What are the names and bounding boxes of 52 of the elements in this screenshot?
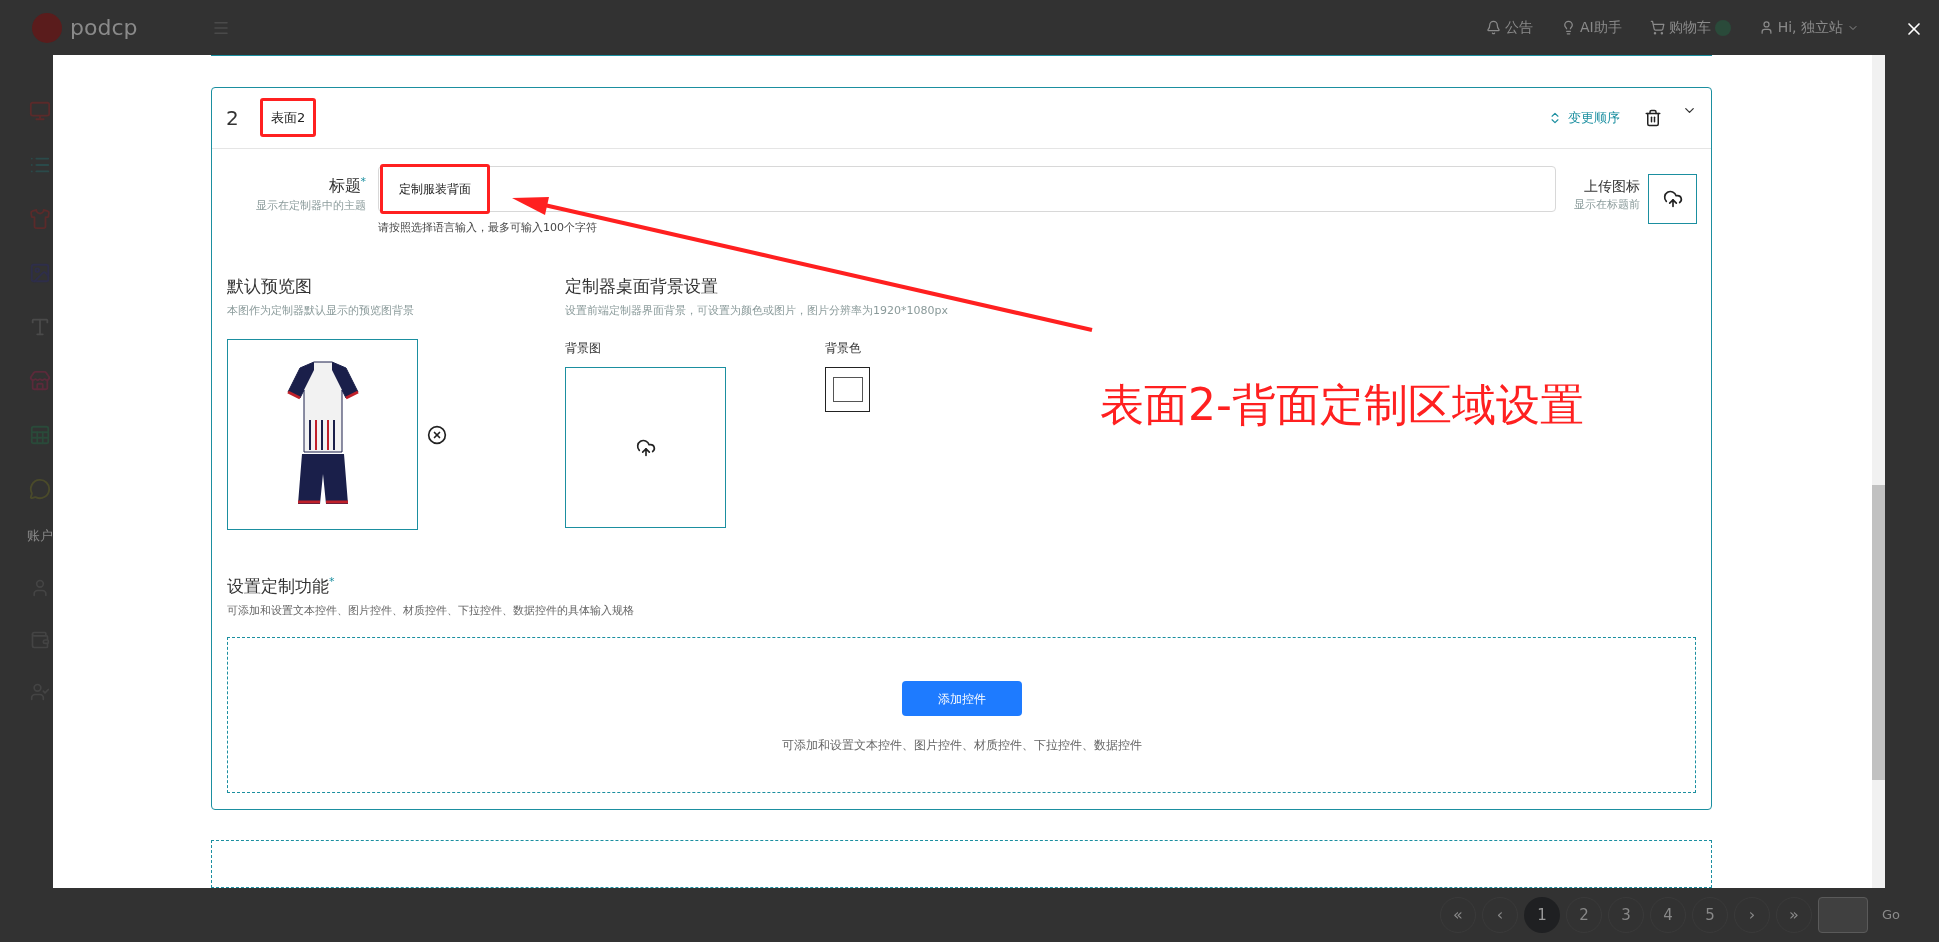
reorder-link[interactable]: 变更顺序 <box>1548 107 1620 128</box>
user-icon <box>1758 20 1774 35</box>
surface-number: 2 <box>226 104 240 132</box>
section-title: 定制器桌面背景设置 <box>565 275 719 299</box>
letter-icon[interactable] <box>29 316 51 338</box>
scrollbar[interactable] <box>1872 55 1885 888</box>
nav-link[interactable]: AI助手 <box>1560 17 1622 38</box>
title-value: 定制服装背面 <box>380 163 490 214</box>
remove-icon[interactable] <box>427 424 447 445</box>
annotation-text: 表面2-背面定制区域设置 <box>1100 378 1584 432</box>
page-input[interactable] <box>1818 897 1868 933</box>
monitor-icon[interactable] <box>29 100 51 122</box>
section-title: 设置定制功能* <box>227 574 336 599</box>
cart-icon <box>1649 20 1665 35</box>
nav-link[interactable]: 购物车 <box>1649 17 1731 38</box>
field-sublabel: 显示在定制器中的主题 <box>256 197 366 214</box>
image-icon[interactable] <box>29 262 51 284</box>
shirt-icon[interactable] <box>29 208 51 230</box>
dropzone-hint: 可添加和设置文本控件、图片控件、材质控件、下拉控件、数据控件 <box>781 737 1142 755</box>
bell-icon <box>1485 20 1501 35</box>
add-control-button[interactable]: 添加控件 <box>901 681 1022 717</box>
go-button[interactable]: Go <box>1882 905 1901 925</box>
field-label: 标题* <box>328 173 366 197</box>
field-label: 背景色 <box>825 340 862 358</box>
trash-icon[interactable] <box>1644 108 1662 127</box>
logo: podcp <box>70 14 138 42</box>
page-link[interactable]: 1 <box>1524 897 1560 933</box>
section-label: 账户 <box>27 527 53 545</box>
section-title: 默认预览图 <box>227 275 313 299</box>
section-subtitle: 设置前端定制器界面背景，可设置为颜色或图片，图片分辨率为1920*1080px <box>565 302 948 319</box>
field-hint: 请按照选择语言输入，最多可输入100个字符 <box>378 219 598 236</box>
upload-icon <box>1662 188 1683 209</box>
title-input[interactable]: 定制服装背面 <box>378 165 1556 212</box>
nav-link[interactable]: Hi, 独立站 <box>1758 17 1859 38</box>
image-upload-area[interactable] <box>565 367 726 529</box>
color-swatch[interactable] <box>825 367 870 413</box>
chat-icon[interactable] <box>29 478 51 500</box>
cart-badge <box>1714 19 1731 36</box>
upload-button[interactable] <box>1648 173 1697 224</box>
field-sublabel: 显示在标题前 <box>1574 196 1640 213</box>
upload-icon <box>635 437 656 458</box>
spreadsheet-icon[interactable] <box>29 424 51 446</box>
logo-icon <box>32 12 62 43</box>
swatch-preview <box>832 377 863 403</box>
section-subtitle: 本图作为定制器默认显示的预览图背景 <box>227 302 415 319</box>
store-icon[interactable] <box>29 370 51 392</box>
surface-name: 表面2 <box>260 97 317 138</box>
scrollbar-thumb[interactable] <box>1872 485 1885 780</box>
nav-link[interactable]: 公告 <box>1485 17 1533 38</box>
field-label: 上传图标 <box>1584 176 1640 196</box>
section-subtitle: 可添加和设置文本控件、图片控件、材质控件、下拉控件、数据控件的具体输入规格 <box>227 602 635 619</box>
field-label: 背景图 <box>565 340 602 358</box>
